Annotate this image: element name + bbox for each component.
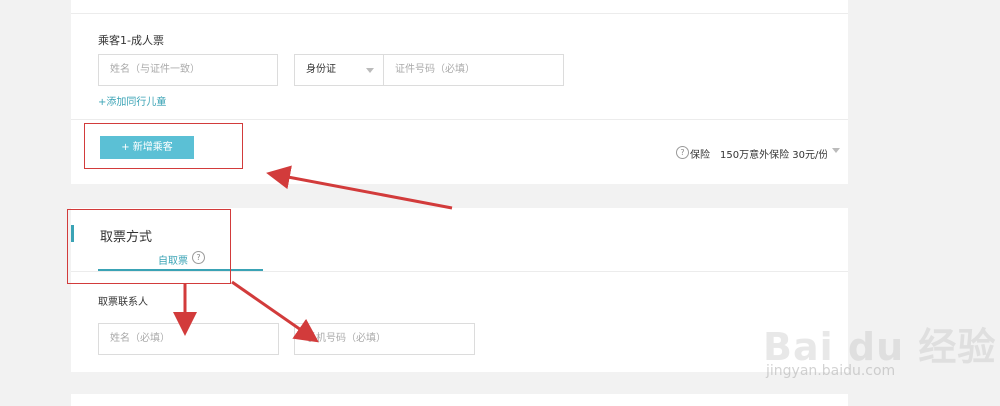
annotation-arrow [231, 280, 319, 343]
watermark-site: jingyan.baidu.com [766, 363, 896, 379]
annotation-arrow [266, 165, 453, 210]
